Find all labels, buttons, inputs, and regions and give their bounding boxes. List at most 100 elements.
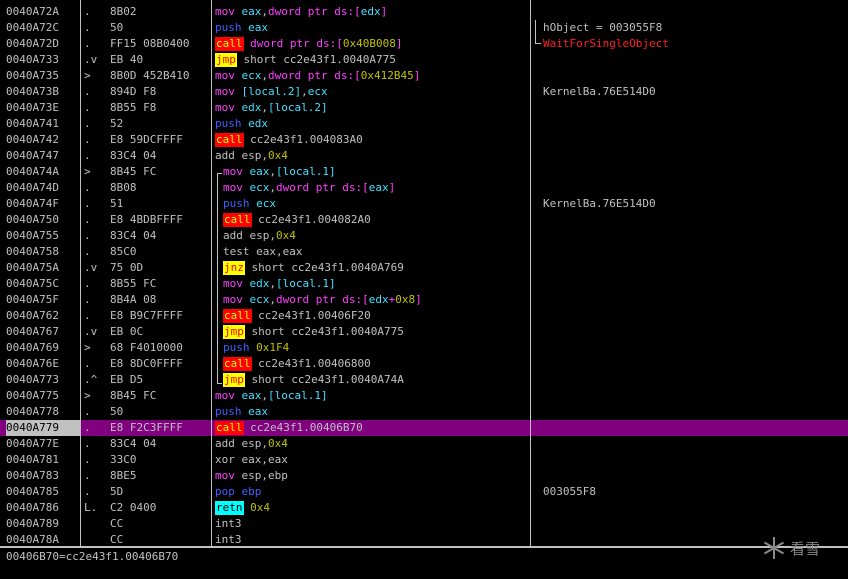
code-row[interactable]: 0040A747. 83C4 04 add esp,0x4 xyxy=(0,148,848,164)
code-row[interactable]: 0040A767 .v EB 0C jmp short cc2e43f1.0040A7… xyxy=(0,324,848,340)
row-comment xyxy=(543,100,843,116)
row-comment xyxy=(543,516,843,532)
row-comment xyxy=(543,308,843,324)
code-row[interactable]: 0040A775 >8B45 FC mov eax,[local.1] xyxy=(0,388,848,404)
code-row[interactable]: 0040A750. E8 4BDBFFFF call cc2e43f1.004082… xyxy=(0,212,848,228)
row-disassembly: int3 xyxy=(215,532,527,546)
code-row[interactable]: 0040A77E. 83C4 04 add esp,0x4 xyxy=(0,436,848,452)
operand-token: mov xyxy=(215,101,235,114)
row-bytes: 85C0 xyxy=(110,245,137,258)
operand-token: dword ptr ds:[ xyxy=(276,293,369,306)
operand-token: eax xyxy=(368,181,389,194)
row-flow-mark: .v xyxy=(84,325,98,338)
operand-token xyxy=(235,5,242,18)
operand-token: ecx xyxy=(256,197,276,210)
operand-token: mov xyxy=(215,469,235,482)
code-row[interactable]: 0040A74A >8B45 FC mov eax,[local.1] xyxy=(0,164,848,180)
code-row[interactable]: 0040A73E. 8B55 F8 mov edx,[local.2] xyxy=(0,100,848,116)
code-row[interactable]: 0040A75F. 8B4A 08 mov ecx,dword ptr ds:[ed… xyxy=(0,292,848,308)
row-address: 0040A775 xyxy=(6,389,59,402)
row-address: 0040A767 xyxy=(6,325,59,338)
code-row[interactable]: 0040A742. E8 59DCFFFF call cc2e43f1.004083… xyxy=(0,132,848,148)
operand-token: eax xyxy=(248,405,268,418)
disassembly-pane[interactable]: 0040A72A. 8B02 mov eax,dword ptr ds:[edx] 0… xyxy=(0,0,848,546)
row-flow-mark: .v xyxy=(84,53,98,66)
loop-bracket xyxy=(217,173,218,383)
row-flow-mark xyxy=(84,532,110,546)
row-flow-mark: . xyxy=(84,245,91,258)
operand-token: , xyxy=(261,389,268,402)
code-row[interactable]: 0040A781. 33C0 xor eax,eax xyxy=(0,452,848,468)
row-comment: hObject = 003055F8 xyxy=(543,21,663,34)
row-bytes: CC xyxy=(110,533,124,546)
row-bytes: 8B45 FC xyxy=(110,389,157,402)
code-row[interactable]: 0040A74F. 51 push ecx KernelBa.76E514D0 xyxy=(0,196,848,212)
operand-token: test eax,eax xyxy=(223,245,303,258)
code-row[interactable]: 0040A783. 8BE5 mov esp,ebp xyxy=(0,468,848,484)
code-row[interactable]: 0040A735 >8B0D 452B410 mov ecx,dword ptr d… xyxy=(0,68,848,84)
code-row[interactable]: 0040A773 .^ EB D5 jmp short cc2e43f1.0040A7… xyxy=(0,372,848,388)
code-row[interactable]: 0040A73B. 894D F8 mov [local.2],ecx KernelB… xyxy=(0,84,848,100)
code-row[interactable]: 0040A74D. 8B08 mov ecx,dword ptr ds:[eax] xyxy=(0,180,848,196)
row-address: 0040A781 xyxy=(6,453,59,466)
row-flow-mark: . xyxy=(84,197,91,210)
row-comment xyxy=(543,132,843,148)
code-row[interactable]: 0040A789 CC int3 xyxy=(0,516,848,532)
operand-token: ] xyxy=(388,181,396,194)
code-row[interactable]: 0040A78A CC int3 xyxy=(0,532,848,546)
operand-token: 0x412B45 xyxy=(360,69,414,82)
row-comment xyxy=(543,292,843,308)
row-flow-mark: .v xyxy=(84,261,98,274)
code-row[interactable]: 0040A762. E8 B9C7FFFF call cc2e43f1.00406F… xyxy=(0,308,848,324)
code-row[interactable]: 0040A75A .v 75 0D jnz short cc2e43f1.0040A7… xyxy=(0,260,848,276)
row-flow-mark: . xyxy=(84,309,91,322)
row-flow-mark: . xyxy=(84,421,91,434)
code-row[interactable]: 0040A755. 83C4 04 add esp,0x4 xyxy=(0,228,848,244)
selected-row[interactable]: 0040A779. E8 F2C3FFFF call cc2e43f1.00406B… xyxy=(0,420,848,436)
operand-token: , xyxy=(261,69,268,82)
code-row[interactable]: 0040A786 L. C2 0400 retn 0x4 xyxy=(0,500,848,516)
operand-token: 0x4 xyxy=(275,229,296,242)
row-flow-mark: . xyxy=(84,5,91,18)
row-flow-mark: L. xyxy=(84,501,98,514)
row-bytes: 8B55 F8 xyxy=(110,101,157,114)
row-disassembly: mov esp,ebp xyxy=(215,468,527,484)
row-comment xyxy=(543,180,843,196)
operand-token: [local.2] xyxy=(241,85,302,98)
code-row[interactable]: 0040A758. 85C0 test eax,eax xyxy=(0,244,848,260)
code-row[interactable]: 0040A741. 52 push edx xyxy=(0,116,848,132)
row-bytes: E8 F2C3FFFF xyxy=(110,421,183,434)
row-flow-mark: . xyxy=(84,229,91,242)
row-comment xyxy=(543,52,843,68)
code-row[interactable]: 0040A785. 5D pop ebp 003055F8 xyxy=(0,484,848,500)
operand-token xyxy=(235,85,242,98)
row-address: 0040A73B xyxy=(6,85,59,98)
code-row[interactable]: 0040A769 >68 F4010000 push 0x1F4 xyxy=(0,340,848,356)
call-mnemonic: call xyxy=(215,37,244,51)
code-row[interactable]: 0040A75C. 8B55 FC mov edx,[local.1] xyxy=(0,276,848,292)
row-address: 0040A779 xyxy=(6,420,80,436)
row-bytes: 8B45 FC xyxy=(110,165,157,178)
call-mnemonic: call xyxy=(215,421,244,435)
operand-token: [local.2] xyxy=(268,101,328,114)
code-row[interactable]: 0040A72C. 50 push eax hObject = 003055F8 xyxy=(0,20,848,36)
code-row[interactable]: 0040A72D. FF15 08B0400 call dword ptr ds:[… xyxy=(0,36,848,52)
row-flow-mark: . xyxy=(84,453,91,466)
operand-token: eax xyxy=(241,389,262,402)
code-row[interactable]: 0040A76E. E8 8DC0FFFF call cc2e43f1.004068… xyxy=(0,356,848,372)
operand-token xyxy=(243,293,250,306)
code-row[interactable]: 0040A733 .v EB 40 jmp short cc2e43f1.0040A7… xyxy=(0,52,848,68)
row-bytes: EB 40 xyxy=(110,53,144,66)
code-row[interactable]: 0040A72A. 8B02 mov eax,dword ptr ds:[edx] xyxy=(0,4,848,20)
operand-token: dword ptr ds:[ xyxy=(268,69,361,82)
row-comment xyxy=(543,260,843,276)
row-disassembly: push eax xyxy=(215,404,527,420)
row-bytes: 8B55 FC xyxy=(110,277,157,290)
code-row[interactable]: 0040A778. 50 push eax xyxy=(0,404,848,420)
operand-token: edx xyxy=(368,293,389,306)
operand-token: add esp, xyxy=(215,437,268,450)
row-disassembly: add esp,0x4 xyxy=(215,228,535,244)
row-comment: KernelBa.76E514D0 xyxy=(543,85,656,98)
operand-token: push xyxy=(215,405,242,418)
column-separator-address xyxy=(80,0,81,546)
